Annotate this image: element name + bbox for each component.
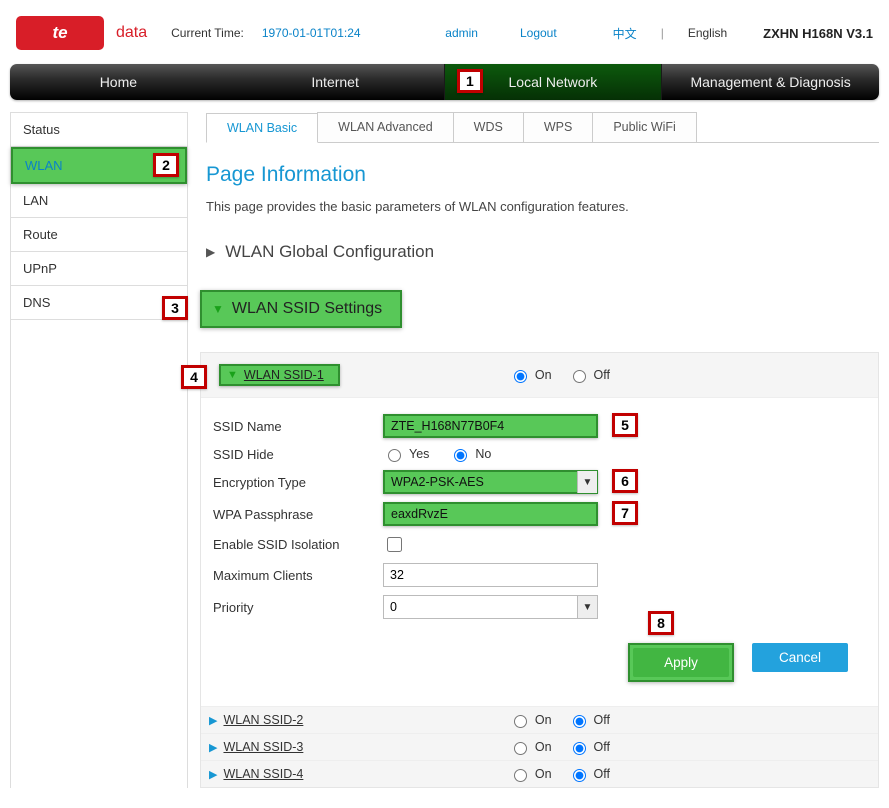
ssid1-off-radio[interactable]: Off xyxy=(568,367,610,383)
ssid4-on-radio[interactable]: On xyxy=(509,766,552,782)
section-global-config-title: WLAN Global Configuration xyxy=(225,242,434,262)
current-time-label: Current Time: xyxy=(171,26,244,40)
section-ssid-settings-header[interactable]: 3 ▼ WLAN SSID Settings xyxy=(200,290,402,328)
nav-management-label: Management & Diagnosis xyxy=(690,74,850,90)
content: WLAN Basic WLAN Advanced WDS WPS Public … xyxy=(206,112,879,788)
nav-local-network[interactable]: 1 Local Network xyxy=(444,64,663,100)
ssid1-header-row: 4 ▼ WLAN SSID-1 On Off xyxy=(201,353,878,397)
ssid-settings-box: 4 ▼ WLAN SSID-1 On Off SSID Name xyxy=(200,352,879,788)
ssid4-title: WLAN SSID-4 xyxy=(223,767,303,781)
nav-internet-label: Internet xyxy=(311,74,358,90)
nav-home[interactable]: Home xyxy=(10,64,227,100)
ssid3-on-radio[interactable]: On xyxy=(509,739,552,755)
logo-suffix: data xyxy=(116,24,147,42)
ssid2-title: WLAN SSID-2 xyxy=(223,713,303,727)
chevron-right-icon: ▶ xyxy=(209,741,217,754)
header-bar: te data Current Time: 1970-01-01T01:24 a… xyxy=(10,8,879,64)
main-nav: Home Internet 1 Local Network Management… xyxy=(10,64,879,100)
page-title: Page Information xyxy=(206,163,879,187)
step-marker-6: 6 xyxy=(612,469,638,493)
ssid1-onoff: On Off xyxy=(509,367,870,383)
ssid2-off-radio[interactable]: Off xyxy=(568,712,610,728)
ssid-isolation-checkbox[interactable] xyxy=(387,537,402,552)
chevron-right-icon: ▶ xyxy=(209,768,217,781)
ssid1-on-radio[interactable]: On xyxy=(509,367,552,383)
page-description: This page provides the basic parameters … xyxy=(206,199,879,214)
chevron-right-icon: ▶ xyxy=(209,714,217,727)
ssid1-form: SSID Name 5 SSID Hide Yes No xyxy=(201,397,878,706)
tab-wlan-advanced[interactable]: WLAN Advanced xyxy=(317,112,454,142)
wpa-passphrase-input[interactable] xyxy=(383,502,598,526)
priority-select[interactable] xyxy=(383,595,598,619)
tab-wlan-basic[interactable]: WLAN Basic xyxy=(206,113,318,143)
sidebar-item-status[interactable]: Status xyxy=(11,113,187,147)
sidebar-item-wlan-label: WLAN xyxy=(25,158,63,173)
step-marker-8: 8 xyxy=(648,611,674,635)
step-marker-3: 3 xyxy=(162,296,188,320)
chevron-down-icon: ▼ xyxy=(227,369,238,381)
lang-cn-link[interactable]: 中文 xyxy=(613,25,637,42)
logout-link[interactable]: Logout xyxy=(520,26,557,40)
ssid3-toggle[interactable]: ▶ WLAN SSID-3 xyxy=(209,740,303,754)
max-clients-label: Maximum Clients xyxy=(213,568,383,583)
cancel-button[interactable]: Cancel xyxy=(752,643,848,672)
wpa-passphrase-label: WPA Passphrase xyxy=(213,507,383,522)
priority-label: Priority xyxy=(213,600,383,615)
step-marker-4: 4 xyxy=(181,365,207,389)
ssid1-toggle[interactable]: 4 ▼ WLAN SSID-1 xyxy=(219,364,340,386)
nav-internet[interactable]: Internet xyxy=(227,64,444,100)
lang-separator: | xyxy=(655,26,670,40)
logo: te xyxy=(16,16,104,50)
section-ssid-settings-title: WLAN SSID Settings xyxy=(232,300,382,318)
ssid-name-input[interactable] xyxy=(383,414,598,438)
ssid2-on-radio[interactable]: On xyxy=(509,712,552,728)
section-global-config[interactable]: ▶ WLAN Global Configuration xyxy=(206,242,879,262)
encryption-type-select[interactable] xyxy=(383,470,598,494)
step-marker-5: 5 xyxy=(612,413,638,437)
ssid3-off-radio[interactable]: Off xyxy=(568,739,610,755)
ssid2-toggle[interactable]: ▶ WLAN SSID-2 xyxy=(209,713,303,727)
ssid3-row: ▶ WLAN SSID-3 On Off xyxy=(201,733,878,760)
button-row: 8 Apply Cancel xyxy=(213,643,848,682)
ssid4-off-radio[interactable]: Off xyxy=(568,766,610,782)
sidebar-item-wlan[interactable]: WLAN 2 xyxy=(11,147,187,184)
ssid4-row: ▶ WLAN SSID-4 On Off xyxy=(201,760,878,787)
apply-button[interactable]: Apply xyxy=(633,648,729,677)
nav-home-label: Home xyxy=(100,74,137,90)
step-marker-7: 7 xyxy=(612,501,638,525)
chevron-down-icon: ▼ xyxy=(212,302,224,316)
tab-public-wifi[interactable]: Public WiFi xyxy=(592,112,697,142)
sidebar-item-lan[interactable]: LAN xyxy=(11,184,187,218)
ssid1-title: WLAN SSID-1 xyxy=(244,368,324,382)
ssid-hide-label: SSID Hide xyxy=(213,447,383,462)
step-marker-2: 2 xyxy=(153,153,179,177)
nav-management[interactable]: Management & Diagnosis xyxy=(662,64,879,100)
encryption-type-label: Encryption Type xyxy=(213,475,383,490)
ssid4-toggle[interactable]: ▶ WLAN SSID-4 xyxy=(209,767,303,781)
max-clients-input[interactable] xyxy=(383,563,598,587)
step-marker-1: 1 xyxy=(457,69,483,93)
tab-wps[interactable]: WPS xyxy=(523,112,593,142)
sidebar-item-upnp[interactable]: UPnP xyxy=(11,252,187,286)
ssid3-title: WLAN SSID-3 xyxy=(223,740,303,754)
tab-wds[interactable]: WDS xyxy=(453,112,524,142)
user-link[interactable]: admin xyxy=(445,26,478,40)
sidebar: Status WLAN 2 LAN Route UPnP DNS xyxy=(10,112,188,788)
nav-local-network-label: Local Network xyxy=(509,74,598,90)
ssid-hide-yes[interactable]: Yes xyxy=(383,446,429,462)
current-time-value: 1970-01-01T01:24 xyxy=(262,26,361,40)
ssid-hide-no[interactable]: No xyxy=(449,446,491,462)
sidebar-item-route[interactable]: Route xyxy=(11,218,187,252)
sidebar-item-dns[interactable]: DNS xyxy=(11,286,187,320)
ssid-name-label: SSID Name xyxy=(213,419,383,434)
tabs: WLAN Basic WLAN Advanced WDS WPS Public … xyxy=(206,112,879,143)
model-label: ZXHN H168N V3.1 xyxy=(763,26,873,41)
section-ssid-settings: 3 ▼ WLAN SSID Settings 4 ▼ WLAN SSID-1 O… xyxy=(200,290,879,788)
ssid-isolation-label: Enable SSID Isolation xyxy=(213,537,383,552)
lang-en-label: English xyxy=(688,26,727,40)
logo-text: te xyxy=(52,23,67,43)
chevron-right-icon: ▶ xyxy=(206,245,215,259)
